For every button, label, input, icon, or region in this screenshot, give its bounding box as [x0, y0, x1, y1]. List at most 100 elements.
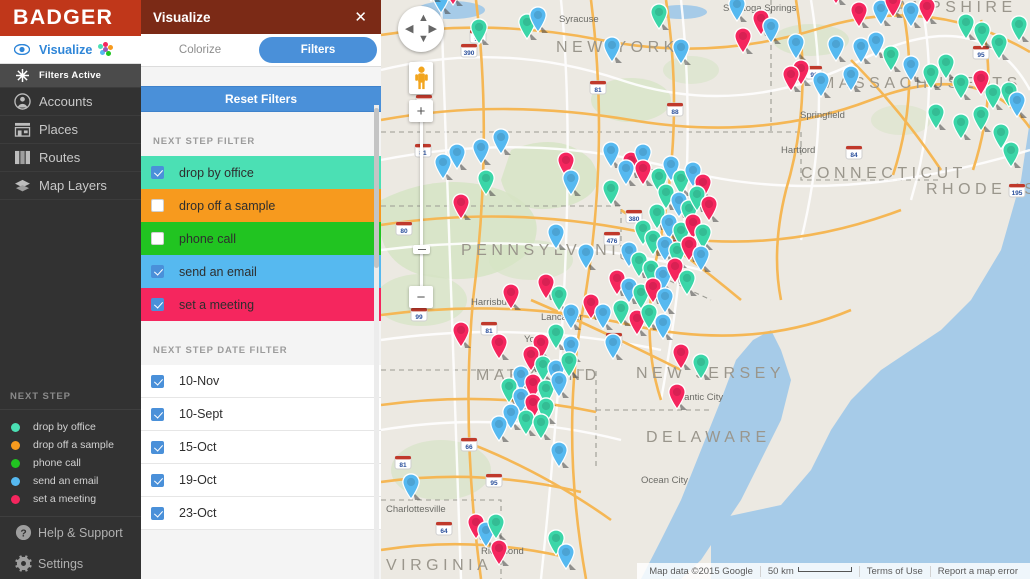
zoom-out-button[interactable]: − — [409, 286, 433, 308]
map-pin[interactable] — [848, 0, 870, 30]
sidebar-item-accounts[interactable]: Accounts — [0, 88, 141, 116]
map-pin[interactable] — [545, 222, 567, 252]
map-pin[interactable] — [840, 64, 862, 94]
pan-left-arrow[interactable]: ◀ — [405, 24, 413, 35]
checkbox[interactable] — [151, 166, 164, 179]
filter-row-send-an-email[interactable]: send an email — [141, 255, 381, 288]
map-pin[interactable] — [555, 542, 577, 572]
reset-filters-button[interactable]: Reset Filters — [141, 86, 381, 112]
map-pin[interactable] — [726, 0, 748, 24]
pan-up-arrow[interactable]: ▲ — [418, 13, 429, 24]
map-pin[interactable] — [470, 137, 492, 167]
map-pin[interactable] — [676, 268, 698, 298]
map-canvas[interactable]: NEW YORK HAMPSHIRE MASSACHUSETTS CONNECT… — [381, 0, 1030, 579]
map-pin[interactable] — [652, 312, 674, 342]
checkbox[interactable] — [151, 507, 164, 520]
date-filter-row[interactable]: 15-Oct — [141, 431, 381, 464]
date-filter-row[interactable]: 23-Oct — [141, 497, 381, 530]
map-pin[interactable] — [450, 192, 472, 222]
sidebar-item-help-support[interactable]: ? Help & Support — [0, 517, 141, 548]
map-pin[interactable] — [880, 44, 902, 74]
zoom-control: + − — [409, 100, 433, 122]
map-pin[interactable] — [488, 538, 510, 568]
map-pin[interactable] — [488, 332, 510, 362]
checkbox[interactable] — [151, 408, 164, 421]
map-pin[interactable] — [548, 440, 570, 470]
map-pin[interactable] — [432, 152, 454, 182]
map-pin[interactable] — [400, 472, 422, 502]
map-pin[interactable] — [1008, 14, 1030, 44]
map-pin[interactable] — [916, 0, 938, 26]
terms-of-use-link[interactable]: Terms of Use — [859, 566, 930, 577]
map-pin[interactable] — [666, 382, 688, 412]
zoom-slider-thumb[interactable] — [413, 245, 430, 254]
map-pin[interactable] — [475, 168, 497, 198]
map-pin[interactable] — [950, 112, 972, 142]
map-pin[interactable] — [527, 5, 549, 35]
map-pin[interactable] — [825, 0, 847, 7]
sidebar-item-settings[interactable]: Settings — [0, 548, 141, 579]
tab-colorize[interactable]: Colorize — [141, 37, 259, 63]
panel-scrollbar-thumb[interactable] — [374, 108, 379, 268]
visualize-panel: Visualize ✕ Colorize Filters Reset Filte… — [141, 0, 381, 579]
map-pin[interactable] — [760, 16, 782, 46]
map-pin[interactable] — [450, 320, 472, 350]
map-pin[interactable] — [900, 54, 922, 84]
map-pin[interactable] — [575, 242, 597, 272]
map-pin[interactable] — [468, 17, 490, 47]
map-pin[interactable] — [530, 412, 552, 442]
filter-row-drop-off-a-sample[interactable]: drop off a sample — [141, 189, 381, 222]
map-pin[interactable] — [925, 102, 947, 132]
map-pin[interactable] — [670, 37, 692, 67]
map-pin[interactable] — [970, 104, 992, 134]
routes-map-icon — [8, 150, 36, 165]
map-pin[interactable] — [825, 34, 847, 64]
map-pin[interactable] — [810, 70, 832, 100]
map-pin[interactable] — [488, 414, 510, 444]
filter-row-phone-call[interactable]: phone call — [141, 222, 381, 255]
map-pin[interactable] — [1000, 140, 1022, 170]
legend-color-dot — [11, 423, 20, 432]
checkbox[interactable] — [151, 199, 164, 212]
checkbox[interactable] — [151, 375, 164, 388]
sidebar-item-filters-active[interactable]: Filters Active — [0, 64, 141, 88]
map-pin[interactable] — [490, 127, 512, 157]
report-map-error-link[interactable]: Report a map error — [930, 566, 1025, 577]
tab-filters[interactable]: Filters — [259, 37, 377, 63]
map-pin[interactable] — [1006, 90, 1028, 120]
map-pin[interactable] — [648, 2, 670, 32]
map-pin[interactable] — [602, 332, 624, 362]
legend-item: phone call — [0, 454, 141, 472]
filter-row-drop-by-office[interactable]: drop by office — [141, 156, 381, 189]
map-pin[interactable] — [560, 168, 582, 198]
street-view-pegman-icon[interactable] — [409, 62, 433, 94]
checkbox[interactable] — [151, 265, 164, 278]
close-icon[interactable]: ✕ — [354, 10, 367, 25]
sidebar-item-map-layers[interactable]: Map Layers — [0, 172, 141, 200]
sidebar-item-visualize[interactable]: Visualize — [0, 36, 141, 64]
zoom-slider-rail[interactable] — [420, 111, 423, 289]
pan-compass-icon[interactable]: ▲ ▼ ◀ ▶ — [398, 6, 444, 52]
date-filter-row[interactable]: 10-Sept — [141, 398, 381, 431]
checkbox[interactable] — [151, 298, 164, 311]
map-pin[interactable] — [500, 282, 522, 312]
sidebar-item-routes[interactable]: Routes — [0, 144, 141, 172]
date-filter-row[interactable]: 19-Oct — [141, 464, 381, 497]
date-filter-row[interactable]: 10-Nov — [141, 365, 381, 398]
map-pin[interactable] — [950, 72, 972, 102]
map-pin[interactable] — [988, 32, 1010, 62]
map-pin[interactable] — [780, 64, 802, 94]
checkbox[interactable] — [151, 441, 164, 454]
pan-right-arrow[interactable]: ▶ — [429, 24, 437, 35]
checkbox[interactable] — [151, 232, 164, 245]
pan-down-arrow[interactable]: ▼ — [418, 34, 429, 45]
filter-row-set-a-meeting[interactable]: set a meeting — [141, 288, 381, 321]
badger-app: BADGER Visualize — [0, 0, 1030, 579]
map-controls: ▲ ▼ ◀ ▶ + − — [395, 0, 447, 122]
zoom-in-button[interactable]: + — [409, 100, 433, 122]
checkbox[interactable] — [151, 474, 164, 487]
map-pin[interactable] — [670, 342, 692, 372]
map-pin[interactable] — [601, 35, 623, 65]
map-pin[interactable] — [690, 352, 712, 382]
sidebar-item-places[interactable]: Places — [0, 116, 141, 144]
